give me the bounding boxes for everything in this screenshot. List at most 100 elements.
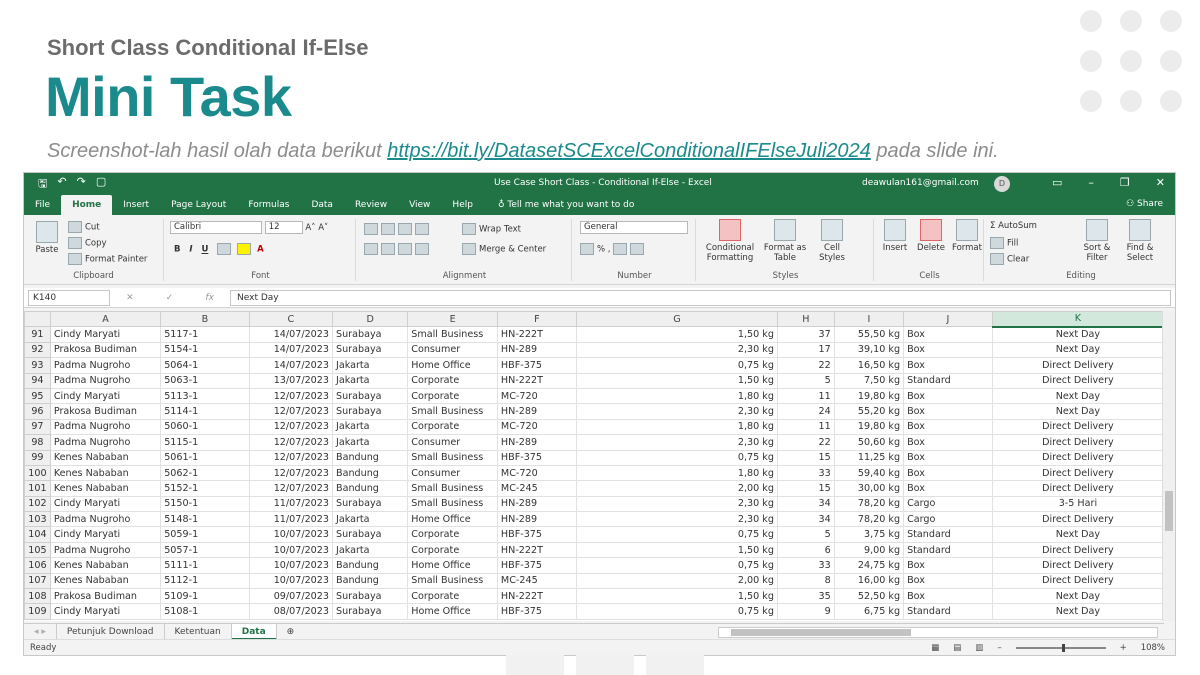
page-layout-view-icon[interactable]: ▤: [953, 643, 961, 653]
cell-j[interactable]: Box: [903, 387, 993, 405]
cell-k[interactable]: 3-5 Hari: [991, 495, 1164, 513]
cell-k[interactable]: Direct Delivery: [991, 557, 1164, 574]
cell-f[interactable]: MC-245: [496, 572, 577, 590]
cell-d[interactable]: Bandung: [331, 480, 409, 497]
cell-j[interactable]: Box: [903, 434, 993, 451]
indent-icon[interactable]: [415, 243, 429, 255]
scroll-thumb[interactable]: [1165, 491, 1173, 531]
cell-d[interactable]: Jakarta: [331, 541, 409, 559]
sheet-tab-petunjuk[interactable]: Petunjuk Download: [57, 624, 165, 640]
row-header[interactable]: 100: [24, 464, 51, 482]
cell-g[interactable]: 2,00 kg: [575, 480, 778, 497]
cell-f[interactable]: HN-289: [496, 495, 577, 513]
align-center-icon[interactable]: [381, 243, 395, 255]
cell-b[interactable]: 5063-1: [160, 372, 250, 389]
cell-c[interactable]: 10/07/2023: [248, 557, 334, 574]
cell-a[interactable]: Prakosa Budiman: [49, 341, 162, 359]
ribbon-display-icon[interactable]: ▭: [1052, 176, 1062, 189]
dataset-link[interactable]: https://bit.ly/DatasetSCExcelConditional…: [387, 140, 871, 162]
font-name-select[interactable]: Calibri: [170, 221, 262, 234]
zoom-out-icon[interactable]: –: [997, 643, 1001, 653]
cell-i[interactable]: 11,25 kg: [833, 449, 905, 466]
cell-i[interactable]: 16,00 kg: [833, 572, 905, 590]
format-painter-button[interactable]: Format Painter: [68, 253, 147, 265]
cut-button[interactable]: Cut: [68, 221, 100, 233]
underline-icon[interactable]: U: [201, 245, 208, 255]
cell-j[interactable]: Box: [903, 341, 993, 359]
cell-k[interactable]: Direct Delivery: [991, 418, 1164, 436]
cell-f[interactable]: MC-720: [496, 418, 577, 436]
row-header[interactable]: 102: [24, 495, 51, 513]
row-header[interactable]: 95: [24, 387, 51, 405]
cell-d[interactable]: Bandung: [331, 464, 409, 482]
cell-j[interactable]: Box: [903, 326, 993, 343]
cell-i[interactable]: 59,40 kg: [833, 464, 905, 482]
cell-c[interactable]: 08/07/2023: [248, 603, 334, 620]
row-header[interactable]: 99: [24, 449, 51, 466]
column-header[interactable]: I: [833, 311, 905, 328]
row-header[interactable]: 105: [24, 541, 51, 559]
cell-g[interactable]: 2,00 kg: [575, 572, 778, 590]
find-select-button[interactable]: Find & Select: [1120, 219, 1160, 263]
tab-view[interactable]: View: [398, 195, 441, 215]
horizontal-scrollbar[interactable]: [718, 626, 1158, 638]
share-button[interactable]: ⚇ Share: [1126, 199, 1163, 209]
cell-a[interactable]: Kenes Nababan: [49, 480, 162, 497]
cell-d[interactable]: Jakarta: [331, 434, 409, 451]
cell-c[interactable]: 12/07/2023: [248, 449, 334, 466]
cell-h[interactable]: 9: [776, 603, 835, 620]
clear-button[interactable]: Clear: [990, 253, 1029, 265]
cell-d[interactable]: Jakarta: [331, 357, 409, 374]
cell-i[interactable]: 24,75 kg: [833, 557, 905, 574]
restore-icon[interactable]: ❐: [1120, 176, 1130, 189]
cell-f[interactable]: HBF-375: [496, 526, 577, 543]
cell-h[interactable]: 5: [776, 372, 835, 389]
row-header[interactable]: 104: [24, 526, 51, 543]
cell-j[interactable]: Standard: [903, 603, 993, 620]
cell-e[interactable]: Corporate: [407, 418, 498, 436]
sheet-nav-arrows[interactable]: ◂ ▸: [24, 624, 57, 640]
cell-h[interactable]: 37: [776, 326, 835, 343]
row-header[interactable]: 101: [24, 480, 51, 497]
cell-b[interactable]: 5115-1: [160, 434, 250, 451]
cell-c[interactable]: 14/07/2023: [248, 357, 334, 374]
select-all-corner[interactable]: [24, 311, 51, 328]
column-header[interactable]: G: [575, 311, 778, 328]
tab-help[interactable]: Help: [441, 195, 484, 215]
column-header[interactable]: A: [49, 311, 162, 328]
cell-d[interactable]: Surabaya: [331, 603, 409, 620]
cell-c[interactable]: 13/07/2023: [248, 372, 334, 389]
cell-h[interactable]: 5: [776, 526, 835, 543]
cell-a[interactable]: Cindy Maryati: [49, 326, 162, 343]
cell-a[interactable]: Kenes Nababan: [49, 572, 162, 590]
cell-j[interactable]: Cargo: [903, 511, 993, 528]
cell-c[interactable]: 14/07/2023: [248, 326, 334, 343]
sort-filter-button[interactable]: Sort & Filter: [1076, 219, 1118, 263]
row-header[interactable]: 97: [24, 418, 51, 436]
cell-h[interactable]: 34: [776, 511, 835, 528]
cell-c[interactable]: 11/07/2023: [248, 495, 334, 513]
cell-f[interactable]: HBF-375: [496, 449, 577, 466]
column-header-selected[interactable]: K: [991, 311, 1164, 328]
cell-b[interactable]: 5059-1: [160, 526, 250, 543]
align-middle-icon[interactable]: [381, 223, 395, 235]
cell-f[interactable]: HBF-375: [496, 603, 577, 620]
cell-g[interactable]: 0,75 kg: [575, 449, 778, 466]
cell-g[interactable]: 2,30 kg: [575, 403, 778, 420]
cell-b[interactable]: 5150-1: [160, 495, 250, 513]
cell-e[interactable]: Consumer: [407, 464, 498, 482]
cell-i[interactable]: 3,75 kg: [833, 526, 905, 543]
cell-i[interactable]: 7,50 kg: [833, 372, 905, 389]
cell-g[interactable]: 1,80 kg: [575, 464, 778, 482]
cell-a[interactable]: Kenes Nababan: [49, 464, 162, 482]
cell-c[interactable]: 12/07/2023: [248, 464, 334, 482]
cell-d[interactable]: Surabaya: [331, 403, 409, 420]
cell-e[interactable]: Small Business: [407, 326, 498, 343]
cell-b[interactable]: 5152-1: [160, 480, 250, 497]
cell-h[interactable]: 34: [776, 495, 835, 513]
decrease-decimal-icon[interactable]: [630, 243, 645, 255]
cell-g[interactable]: 0,75 kg: [575, 357, 778, 374]
cell-h[interactable]: 11: [776, 418, 835, 436]
tab-data[interactable]: Data: [300, 195, 344, 215]
cell-k[interactable]: Direct Delivery: [991, 434, 1164, 451]
